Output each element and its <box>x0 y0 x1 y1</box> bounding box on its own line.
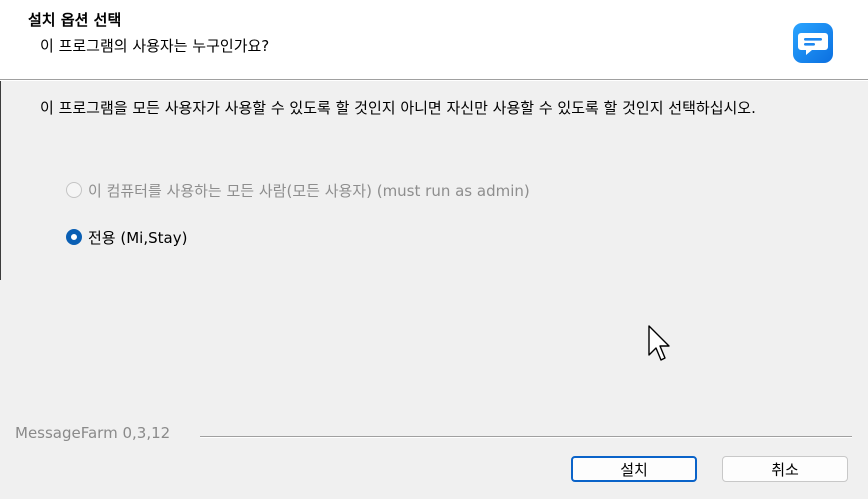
cancel-button[interactable]: 취소 <box>722 456 848 482</box>
page-title: 설치 옵션 선택 <box>28 11 122 29</box>
mouse-cursor-icon <box>648 325 670 361</box>
option-all-users: 이 컴퓨터를 사용하는 모든 사람(모든 사용자) (must run as a… <box>66 180 530 200</box>
header-panel: 설치 옵션 선택 이 프로그램의 사용자는 누구인가요? <box>0 0 868 79</box>
option-only-me-label[interactable]: 전용 (Mi,Stay) <box>88 227 187 248</box>
description-text: 이 프로그램을 모든 사용자가 사용할 수 있도록 할 것인지 아니면 자신만 … <box>40 99 756 117</box>
radio-only-me[interactable] <box>66 229 82 245</box>
radio-all-users <box>66 182 82 198</box>
option-all-users-label: 이 컴퓨터를 사용하는 모든 사람(모든 사용자) (must run as a… <box>88 181 530 200</box>
option-only-me[interactable]: 전용 (Mi,Stay) <box>66 227 187 247</box>
page-subtitle: 이 프로그램의 사용자는 누구인가요? <box>40 37 270 55</box>
footer-divider-highlight <box>200 437 852 438</box>
install-button[interactable]: 설치 <box>571 456 697 482</box>
header-divider-highlight <box>0 80 868 81</box>
chat-bubble-icon <box>793 23 833 63</box>
branding-text: MessageFarm 0,3,12 <box>15 424 171 442</box>
